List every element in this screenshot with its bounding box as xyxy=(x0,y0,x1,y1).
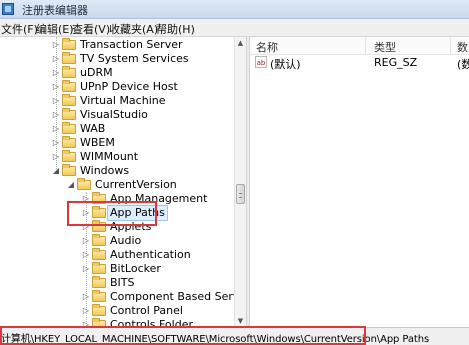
expand-arrow-icon[interactable]: ▷ xyxy=(52,150,60,164)
expand-arrow-icon[interactable]: ▷ xyxy=(52,136,60,150)
tree-item-label: Authentication xyxy=(110,248,191,261)
menu-favorites[interactable]: 收藏夹(A) xyxy=(109,21,158,37)
tree-item-label: CurrentVersion xyxy=(95,178,177,191)
tree-item-label: Windows xyxy=(80,164,130,177)
tree-item-label: VisualStudio xyxy=(80,108,148,121)
value-row[interactable]: ab (默认) REG_SZ (数 xyxy=(250,55,469,71)
menu-bar: 文件(F) 编辑(E) 查看(V) 收藏夹(A) 帮助(H) xyxy=(0,19,469,37)
string-value-icon: ab xyxy=(255,56,267,68)
tree-vertical-scrollbar[interactable]: ▲ ▼ xyxy=(234,37,246,327)
values-list[interactable]: 名称 类型 数 ab (默认) REG_SZ (数 xyxy=(250,37,469,327)
folder-icon xyxy=(92,276,106,288)
scroll-up-arrow-icon[interactable]: ▲ xyxy=(235,37,246,49)
menu-file[interactable]: 文件(F) xyxy=(1,21,38,37)
folder-icon xyxy=(62,52,76,64)
expand-arrow-icon[interactable]: ▷ xyxy=(52,52,60,66)
expand-arrow-icon[interactable]: ▷ xyxy=(52,38,60,52)
expand-arrow-icon[interactable]: ▷ xyxy=(52,122,60,136)
folder-icon xyxy=(62,108,76,120)
list-header: 名称 类型 数 xyxy=(250,37,469,55)
regedit-app-icon xyxy=(2,3,14,15)
expand-arrow-icon[interactable]: ▷ xyxy=(82,248,90,262)
path-annotation-box xyxy=(0,326,366,345)
expand-arrow-icon[interactable]: ▷ xyxy=(82,304,90,318)
value-name: (默认) xyxy=(270,58,301,71)
tree-item-label: Transaction Server xyxy=(80,38,183,51)
expand-arrow-icon[interactable] xyxy=(82,276,90,290)
column-divider[interactable] xyxy=(450,37,451,54)
value-data: (数 xyxy=(457,58,469,71)
status-bar: 计算机\HKEY_LOCAL_MACHINE\SOFTWARE\Microsof… xyxy=(0,326,469,345)
column-divider[interactable] xyxy=(365,37,366,54)
title-bar: 注册表编辑器 xyxy=(0,0,469,19)
tree-item-label: Component Based Servicing xyxy=(110,290,246,303)
tree-item-label: uDRM xyxy=(80,66,113,79)
folder-icon xyxy=(62,136,76,148)
folder-icon xyxy=(92,262,106,274)
column-header-name[interactable]: 名称 xyxy=(256,39,278,55)
tree-item-label: BITS xyxy=(110,276,135,289)
expand-arrow-icon[interactable]: ▷ xyxy=(52,108,60,122)
value-type: REG_SZ xyxy=(374,56,418,69)
expand-arrow-icon[interactable]: ▷ xyxy=(52,66,60,80)
folder-icon xyxy=(92,248,106,260)
collapse-arrow-icon[interactable]: ◢ xyxy=(52,164,60,178)
folder-icon xyxy=(77,178,91,190)
tree-item-label: WIMMount xyxy=(80,150,139,163)
expand-arrow-icon[interactable]: ▷ xyxy=(82,234,90,248)
tree-item-label: TV System Services xyxy=(80,52,189,65)
tree-item-label: Virtual Machine xyxy=(80,94,166,107)
folder-icon xyxy=(62,122,76,134)
folder-icon xyxy=(92,234,106,246)
folder-icon xyxy=(92,304,106,316)
expand-arrow-icon[interactable]: ▷ xyxy=(82,262,90,276)
tree-item-label: Audio xyxy=(110,234,142,247)
folder-icon xyxy=(62,94,76,106)
tree-item-label: UPnP Device Host xyxy=(80,80,178,93)
folder-icon xyxy=(62,80,76,92)
selected-key-annotation-box xyxy=(67,201,157,226)
expand-arrow-icon[interactable]: ▷ xyxy=(52,94,60,108)
expand-arrow-icon[interactable]: ▷ xyxy=(82,290,90,304)
folder-icon xyxy=(62,66,76,78)
menu-edit[interactable]: 编辑(E) xyxy=(36,21,74,37)
expand-arrow-icon[interactable]: ▷ xyxy=(52,80,60,94)
tree-item-label: WBEM xyxy=(80,136,115,149)
tree-item-label: WAB xyxy=(80,122,106,135)
column-header-data[interactable]: 数 xyxy=(457,39,468,55)
folder-icon xyxy=(62,150,76,162)
folder-icon xyxy=(62,164,76,176)
tree-item-label: Control Panel xyxy=(110,304,183,317)
collapse-arrow-icon[interactable]: ◢ xyxy=(67,178,75,192)
window-title: 注册表编辑器 xyxy=(22,4,88,17)
menu-view[interactable]: 查看(V) xyxy=(72,21,110,37)
menu-help[interactable]: 帮助(H) xyxy=(156,21,195,37)
scroll-thumb[interactable] xyxy=(236,184,245,204)
column-header-type[interactable]: 类型 xyxy=(374,39,396,55)
registry-tree[interactable]: ▷ Transaction Server ▷ TV System Services ▷ u… xyxy=(0,37,246,327)
folder-icon xyxy=(62,38,76,50)
tree-item-label: BitLocker xyxy=(110,262,161,275)
folder-icon xyxy=(92,290,106,302)
